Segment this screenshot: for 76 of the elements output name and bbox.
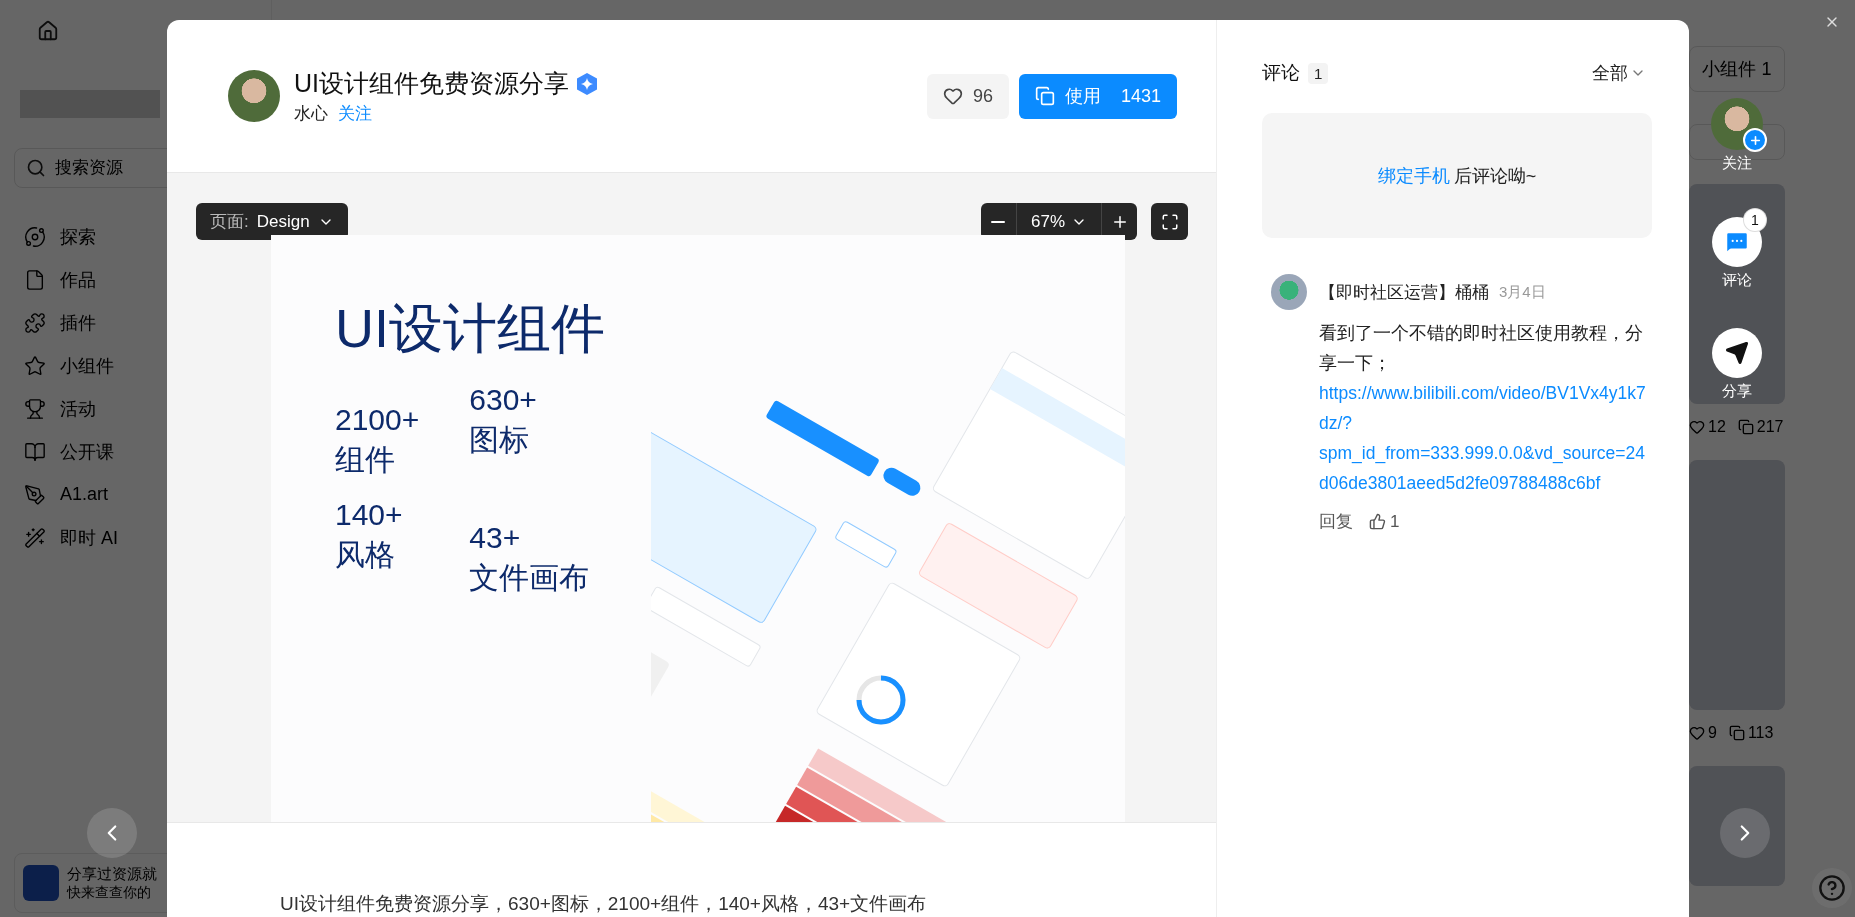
like-count: 12 <box>1689 418 1726 436</box>
stat-value: 43+ <box>469 520 522 556</box>
fullscreen-button[interactable] <box>1151 203 1188 240</box>
commenter-avatar[interactable] <box>1271 274 1307 310</box>
fullscreen-icon <box>1160 212 1179 231</box>
count-badge: 1 <box>1744 209 1766 231</box>
nav-icon <box>24 483 46 506</box>
search-icon <box>26 158 46 178</box>
like-count: 9 <box>1689 724 1717 742</box>
home-icon <box>37 20 59 42</box>
card-thumbnail[interactable] <box>1689 460 1785 710</box>
like-button[interactable]: 96 <box>926 73 1009 119</box>
nav-item[interactable]: 小组件 <box>14 347 257 384</box>
author-name: 水心 <box>294 103 328 125</box>
stat-label: 文件画布 <box>469 560 590 596</box>
resource-title: UI设计组件免费资源分享 <box>294 68 569 99</box>
help-icon <box>1818 873 1846 903</box>
copy-icon <box>1728 725 1745 741</box>
nav-icon <box>24 397 46 420</box>
copy-count: 217 <box>1737 418 1784 436</box>
nav-item[interactable]: A1.art <box>14 476 257 513</box>
stat-value: 630+ <box>469 382 538 418</box>
nav-item[interactable]: 即时 AI <box>14 519 257 556</box>
page-dropdown[interactable]: 页面: Design <box>196 203 348 240</box>
stat-value: 2100+ <box>335 402 420 438</box>
reply-button[interactable]: 回复 <box>1319 510 1353 533</box>
comment-text: 看到了一个不错的即时社区使用教程，分享一下； <box>1319 322 1644 375</box>
verified-icon <box>575 71 599 96</box>
promo-image <box>23 865 59 901</box>
filter-dropdown[interactable]: 全部 <box>1586 60 1652 86</box>
previous-button[interactable] <box>87 808 137 858</box>
author-avatar[interactable] <box>228 70 280 122</box>
promo-subtitle: 快来查查你的 <box>67 883 152 902</box>
comment-button[interactable]: 1 评论 <box>1704 209 1770 290</box>
help-button[interactable] <box>1812 868 1852 908</box>
card-thumbnail[interactable] <box>1689 766 1785 886</box>
use-button[interactable]: 使用 1431 <box>1018 73 1177 119</box>
heart-icon <box>1689 725 1705 741</box>
nav-item[interactable]: 作品 <box>14 261 257 298</box>
nav-icon <box>24 225 46 248</box>
stat-label: 图标 <box>469 422 531 458</box>
heart-icon <box>942 86 963 106</box>
resource-description: UI设计组件免费资源分享，630+图标，2100+组件，140+风格，43+文件画布 <box>279 892 928 916</box>
copy-count: 113 <box>1728 724 1774 742</box>
minus-icon <box>991 220 1006 223</box>
follow-link[interactable]: 关注 <box>338 102 372 125</box>
stat-label: 风格 <box>335 537 396 573</box>
thumbs-up-icon <box>1369 513 1386 530</box>
nav-icon <box>24 526 46 549</box>
next-button[interactable] <box>1720 808 1770 858</box>
nav-icon <box>24 268 46 291</box>
follow-button[interactable]: 关注 <box>1703 90 1771 173</box>
stat-value: 140+ <box>335 497 404 533</box>
heart-icon <box>1689 419 1705 435</box>
stat-label: 组件 <box>335 442 396 478</box>
nav-item[interactable]: 公开课 <box>14 433 257 470</box>
nav-icon <box>24 354 46 377</box>
paper-plane-icon <box>1725 341 1749 365</box>
like-button[interactable]: 1 <box>1369 511 1400 532</box>
commenter-name: 【即时社区运营】桶桶 <box>1319 281 1489 304</box>
promo-title: 分享过资源就 <box>67 864 157 884</box>
comments-title: 评论 <box>1262 61 1300 85</box>
share-button[interactable]: 分享 <box>1704 320 1770 401</box>
nav-item[interactable]: 活动 <box>14 390 257 427</box>
copy-icon <box>1737 419 1754 435</box>
nav-icon <box>24 311 46 334</box>
comment-date: 3月4日 <box>1499 282 1546 302</box>
nav-item[interactable]: 插件 <box>14 304 257 341</box>
preview-title: UI设计组件 <box>335 297 606 360</box>
filter-tab[interactable]: 小组件 1 <box>1689 46 1785 92</box>
bind-phone-prompt: 绑定手机 后评论呦~ <box>1377 164 1537 188</box>
comment-link[interactable]: https://www.bilibili.com/video/BV1Vx4y1k7dz/?spm_id_from=333.999.0.0&vd_source=24d06de3801aeed5d2fe09788488c6bf <box>1319 378 1652 498</box>
nav-icon <box>24 440 46 463</box>
copy-icon <box>1034 86 1055 106</box>
comment-count: 1 <box>1308 62 1329 84</box>
bind-phone-link[interactable]: 绑定手机 <box>1377 165 1450 186</box>
